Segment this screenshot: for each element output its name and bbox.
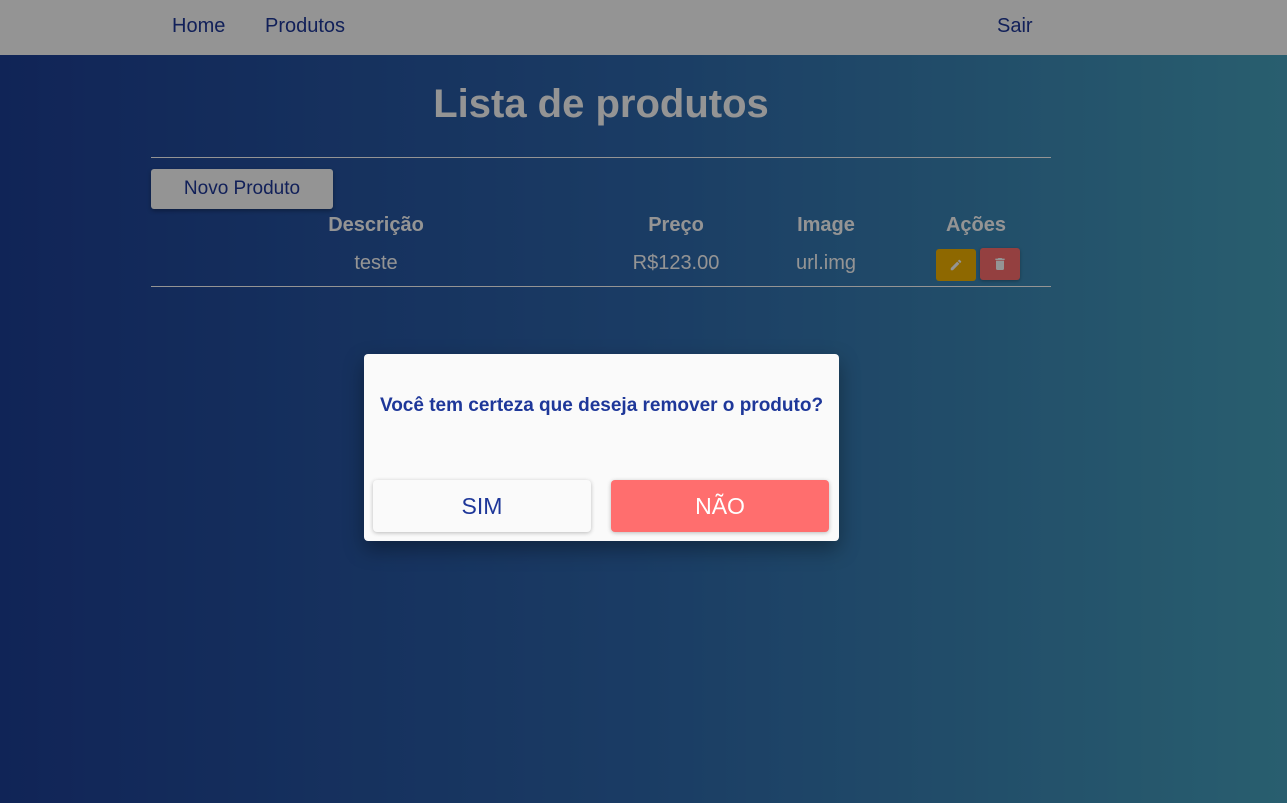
confirm-dialog: Você tem certeza que deseja remover o pr… — [364, 354, 839, 541]
dialog-message: Você tem certeza que deseja remover o pr… — [379, 395, 824, 416]
confirm-no-button[interactable]: NÃO — [611, 480, 829, 532]
confirm-yes-button[interactable]: SIM — [373, 480, 591, 532]
